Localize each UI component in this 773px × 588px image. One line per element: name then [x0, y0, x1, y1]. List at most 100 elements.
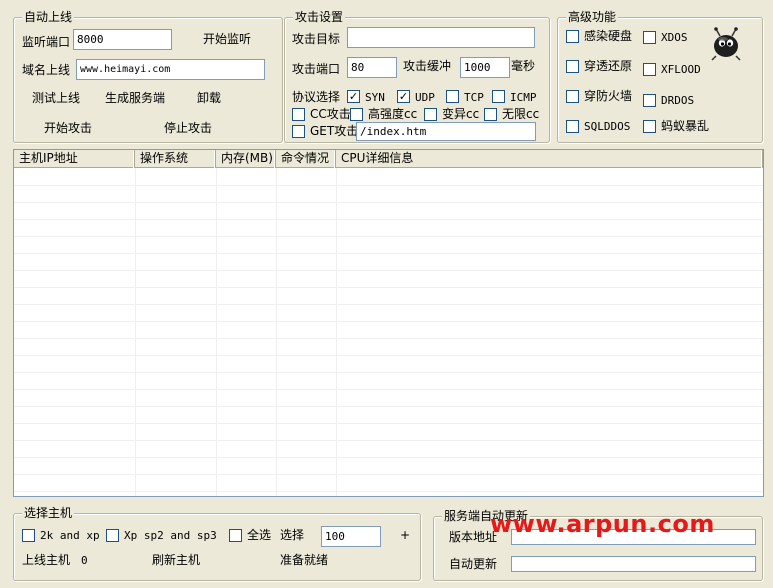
- ant-icon: [711, 27, 741, 61]
- refresh-hosts-button[interactable]: 刷新主机: [152, 553, 200, 567]
- stop-attack-button[interactable]: 停止攻击: [164, 121, 212, 135]
- protocol-tcp-checkbox[interactable]: [446, 90, 459, 103]
- opt-2k-xp-label: 2k and xp: [40, 529, 100, 542]
- table-column-divider: [276, 168, 277, 496]
- domain-input[interactable]: www.heimayi.com: [76, 59, 265, 80]
- table-row[interactable]: [14, 254, 763, 271]
- high-cc-label: 高强度cc: [368, 107, 418, 121]
- opt-2k-xp-checkbox[interactable]: [22, 529, 35, 542]
- generate-server-button[interactable]: 生成服务端: [105, 91, 165, 105]
- col-host-ip[interactable]: 主机IP地址: [14, 150, 135, 168]
- col-os[interactable]: 操作系统: [135, 150, 216, 168]
- xdos-checkbox[interactable]: [643, 31, 656, 44]
- attack-target-input[interactable]: [347, 27, 535, 48]
- select-all-label: 全选: [247, 528, 272, 542]
- table-row[interactable]: [14, 373, 763, 390]
- protocol-icmp-label: ICMP: [510, 91, 537, 104]
- auto-update-label: 自动更新: [449, 557, 498, 571]
- unlimited-cc-checkbox[interactable]: [484, 108, 497, 121]
- penetrate-firewall-checkbox[interactable]: [566, 90, 579, 103]
- sqlddos-label: SQLDDOS: [584, 120, 631, 133]
- sqlddos-checkbox[interactable]: [566, 120, 579, 133]
- ms-unit-label: 毫秒: [511, 59, 536, 73]
- advanced-title: 高级功能: [566, 10, 619, 24]
- table-column-divider: [216, 168, 217, 496]
- cc-attack-checkbox[interactable]: [292, 108, 305, 121]
- online-hosts-label: 上线主机: [22, 553, 71, 567]
- protocol-syn-checkbox[interactable]: ✓: [347, 90, 360, 103]
- auto-online-title: 自动上线: [22, 10, 75, 24]
- get-path-input[interactable]: /index.htm: [356, 122, 536, 141]
- attack-buffer-label: 攻击缓冲: [403, 59, 452, 73]
- opt-xp-sp-checkbox[interactable]: [106, 529, 119, 542]
- select-host-group: 选择主机: [13, 506, 421, 581]
- table-row[interactable]: [14, 322, 763, 339]
- table-row[interactable]: [14, 356, 763, 373]
- table-row[interactable]: [14, 220, 763, 237]
- host-table[interactable]: 主机IP地址 操作系统 内存(MB) 命令情况 CPU详细信息: [13, 149, 764, 497]
- auto-update-input[interactable]: [511, 556, 756, 572]
- table-row[interactable]: [14, 458, 763, 475]
- table-row[interactable]: [14, 169, 763, 186]
- select-all-checkbox[interactable]: [229, 529, 242, 542]
- host-table-header: 主机IP地址 操作系统 内存(MB) 命令情况 CPU详细信息: [14, 150, 763, 168]
- test-online-button[interactable]: 测试上线: [32, 91, 80, 105]
- table-row[interactable]: [14, 424, 763, 441]
- uninstall-button[interactable]: 卸载: [197, 91, 221, 105]
- attack-port-label: 攻击端口: [292, 62, 341, 76]
- get-attack-checkbox[interactable]: [292, 125, 305, 138]
- listen-port-input[interactable]: 8000: [73, 29, 172, 50]
- table-row[interactable]: [14, 441, 763, 458]
- ant-riot-label: 蚂蚁暴乱: [661, 119, 710, 133]
- protocol-label: 协议选择: [292, 90, 341, 104]
- xflood-checkbox[interactable]: [643, 63, 656, 76]
- listen-port-label: 监听端口: [22, 35, 71, 49]
- xflood-label: XFLOOD: [661, 63, 701, 76]
- table-row[interactable]: [14, 305, 763, 322]
- drdos-checkbox[interactable]: [643, 94, 656, 107]
- table-row[interactable]: [14, 186, 763, 203]
- online-hosts-count: 0: [81, 554, 88, 567]
- select-count-label: 选择: [280, 528, 305, 542]
- table-row[interactable]: [14, 271, 763, 288]
- high-cc-checkbox[interactable]: [350, 108, 363, 121]
- attack-buffer-input[interactable]: 1000: [460, 57, 510, 78]
- protocol-syn-label: SYN: [365, 91, 385, 104]
- col-command-status[interactable]: 命令情况: [276, 150, 336, 168]
- watermark-text: www.arpun.com: [490, 510, 715, 538]
- protocol-udp-label: UDP: [415, 91, 435, 104]
- table-row[interactable]: [14, 203, 763, 220]
- status-text: 准备就绪: [280, 553, 329, 567]
- ant-riot-checkbox[interactable]: [643, 120, 656, 133]
- penetrate-restore-label: 穿透还原: [584, 59, 633, 73]
- select-host-title: 选择主机: [22, 506, 75, 520]
- infect-disk-checkbox[interactable]: [566, 30, 579, 43]
- select-count-plus-button[interactable]: +: [400, 528, 410, 542]
- table-row[interactable]: [14, 475, 763, 492]
- attack-target-label: 攻击目标: [292, 32, 341, 46]
- drdos-label: DRDOS: [661, 94, 695, 107]
- col-memory[interactable]: 内存(MB): [216, 150, 276, 168]
- attack-port-input[interactable]: 80: [347, 57, 397, 78]
- protocol-tcp-label: TCP: [464, 91, 484, 104]
- select-count-input[interactable]: 100: [321, 526, 381, 547]
- domain-label: 域名上线: [22, 63, 71, 77]
- variant-cc-label: 变异cc: [442, 107, 480, 121]
- protocol-udp-checkbox[interactable]: ✓: [397, 90, 410, 103]
- penetrate-firewall-label: 穿防火墙: [584, 89, 633, 103]
- table-row[interactable]: [14, 339, 763, 356]
- penetrate-restore-checkbox[interactable]: [566, 60, 579, 73]
- table-row[interactable]: [14, 237, 763, 254]
- table-row[interactable]: [14, 407, 763, 424]
- table-row[interactable]: [14, 288, 763, 305]
- start-listen-button[interactable]: 开始监听: [203, 32, 251, 46]
- unlimited-cc-label: 无限cc: [502, 107, 540, 121]
- variant-cc-checkbox[interactable]: [424, 108, 437, 121]
- attack-settings-title: 攻击设置: [293, 10, 346, 24]
- start-attack-button[interactable]: 开始攻击: [44, 121, 92, 135]
- protocol-icmp-checkbox[interactable]: [492, 90, 505, 103]
- table-row[interactable]: [14, 390, 763, 407]
- infect-disk-label: 感染硬盘: [584, 29, 633, 43]
- col-cpu-details[interactable]: CPU详细信息: [336, 150, 763, 168]
- opt-xp-sp-label: Xp sp2 and sp3: [124, 529, 217, 542]
